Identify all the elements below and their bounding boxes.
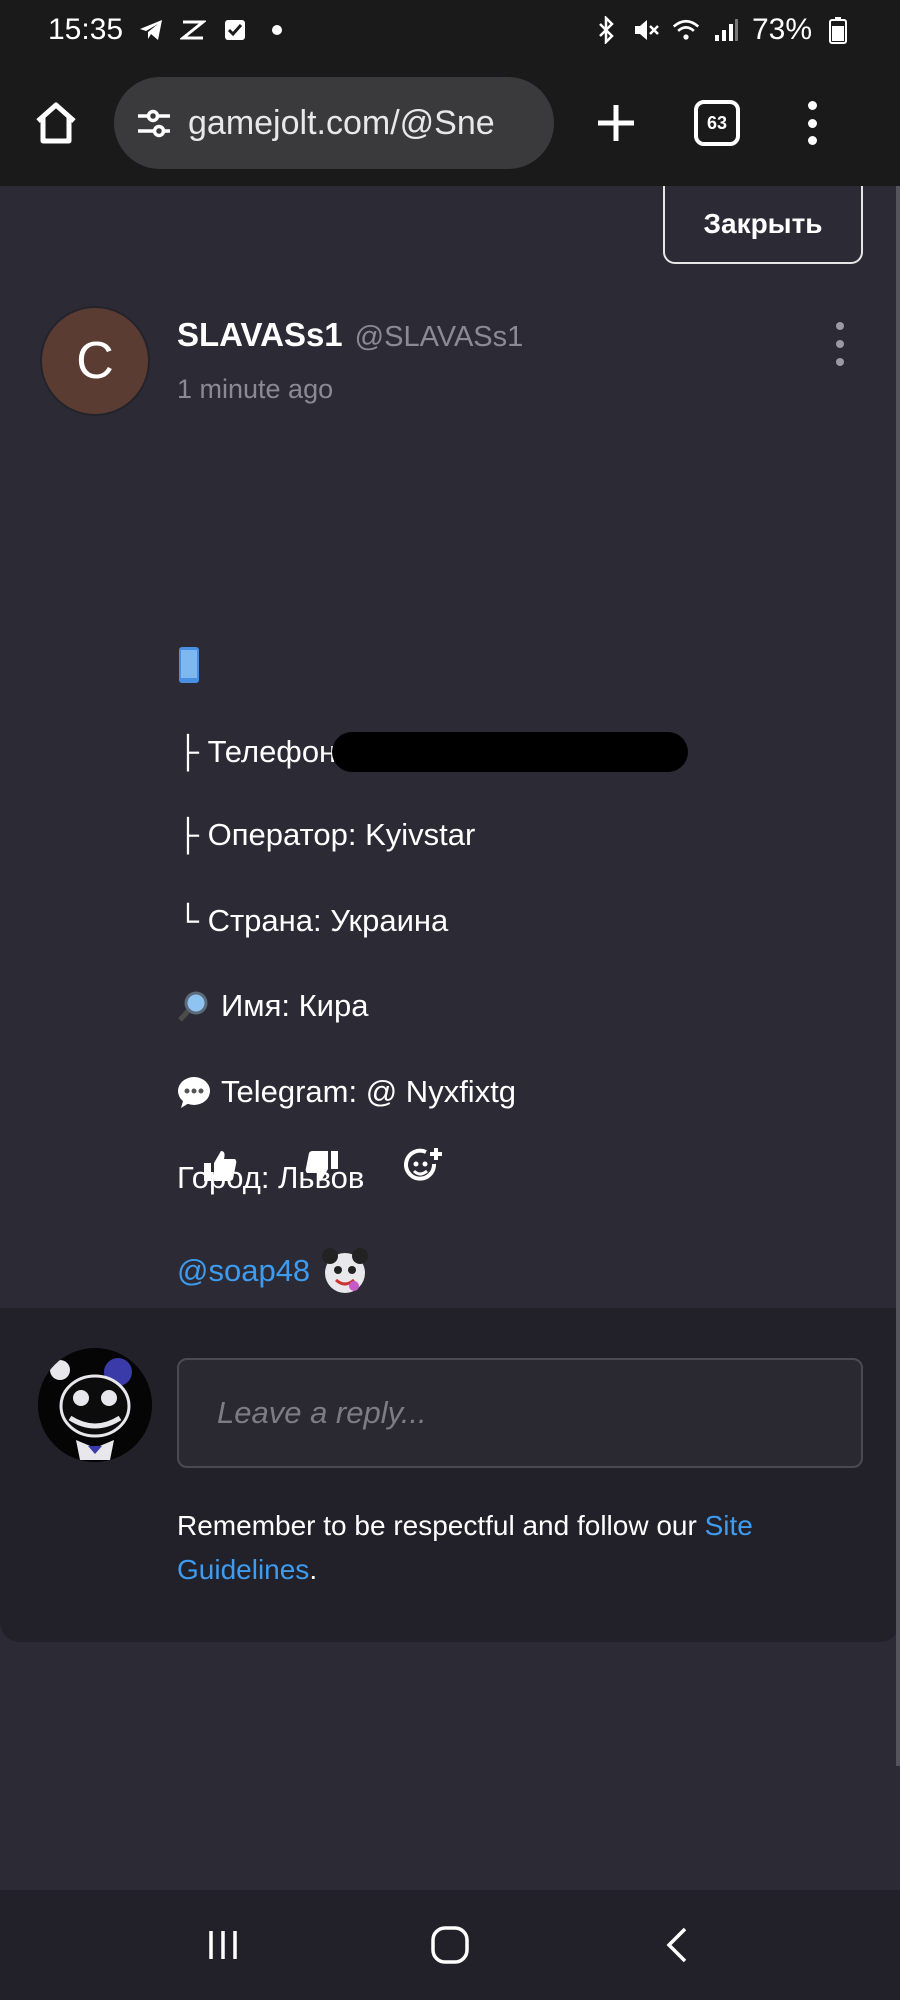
reply-guidelines-note: Remember to be respectful and follow our… [177,1504,867,1592]
guidelines-prefix: Remember to be respectful and follow our [177,1510,705,1541]
battery-icon [824,16,852,44]
reaction-bar [200,1146,444,1186]
bear-mascot-avatar-icon [38,1348,152,1462]
address-bar[interactable]: gamejolt.com/@Sne [114,77,554,169]
thumbs-down-icon [305,1151,338,1181]
home-button[interactable] [28,95,84,151]
browser-toolbar: gamejolt.com/@Sne 63 [0,60,900,186]
reply-input[interactable]: Leave a reply... [177,1358,863,1468]
post-timestamp[interactable]: 1 minute ago [177,374,333,405]
back-chevron-icon [666,1927,686,1963]
signal-icon [712,16,740,44]
phone-line: ├ Телефон [177,732,689,772]
status-bar: 15:35 73% [0,0,900,60]
back-button[interactable] [647,1915,707,1975]
magnifier-icon [178,991,208,1022]
mute-icon [632,16,660,44]
battery-percent: 73% [751,13,812,46]
clock: 15:35 [48,13,124,46]
guidelines-suffix: . [309,1554,318,1585]
post-header: SLAVASs1 @SLAVASs1 [177,316,523,354]
author-handle[interactable]: @SLAVASs1 [355,321,524,354]
mention-line: @soap48 [177,1246,372,1296]
home-icon [36,102,76,144]
phone-label: ├ Телефон [177,734,337,769]
browser-menu-button[interactable] [802,95,822,151]
dislike-button[interactable] [302,1146,342,1186]
sticker-icon [322,1248,369,1293]
recent-apps-button[interactable] [193,1915,253,1975]
checkbox-icon [221,16,249,44]
wifi-icon [672,16,700,44]
current-user-avatar[interactable] [38,1348,152,1462]
scrollbar[interactable] [896,186,900,1766]
name-text: Имя: Кира [221,988,369,1023]
close-button[interactable]: Закрыть [663,186,863,264]
country-line: └ Страна: Украина [177,903,449,938]
like-button[interactable] [200,1146,240,1186]
home-circle-icon [431,1926,469,1964]
reply-panel: Leave a reply... Remember to be respectf… [0,1308,900,1642]
redacted-phone-bar [332,732,689,772]
speech-bubble-icon [178,1077,210,1108]
add-emoji-icon [404,1148,442,1181]
avatar[interactable]: C [40,306,150,416]
user-mention-link[interactable]: @soap48 [177,1253,310,1289]
tab-count: 63 [706,112,728,133]
name-line: Имя: Кира [177,988,368,1024]
thumbs-up-icon [204,1151,237,1181]
capcut-icon [179,16,207,44]
bluetooth-icon [592,16,620,44]
mobile-phone-icon [179,647,199,683]
system-home-button[interactable] [420,1915,480,1975]
author-name[interactable]: SLAVASs1 [177,316,343,354]
telegram-line: Telegram: @ Nyxfixtg [177,1074,516,1110]
operator-line: ├ Оператор: Kyivstar [177,817,476,852]
plus-icon [598,105,634,141]
url-text: gamejolt.com/@Sne [188,103,495,142]
telegram-icon [137,16,165,44]
recent-apps-icon [209,1931,238,1959]
add-reaction-button[interactable] [404,1146,444,1186]
telegram-text: Telegram: @ Nyxfixtg [221,1074,517,1109]
phone-emoji-line [177,646,201,684]
site-settings-icon[interactable] [134,103,174,143]
dot-icon [263,16,291,44]
tab-switcher-button[interactable]: 63 [694,100,740,146]
post-options-button[interactable] [832,322,848,366]
system-nav-bar [0,1890,900,2000]
new-tab-button[interactable] [588,95,644,151]
comment-thread: Закрыть C SLAVASs1 @SLAVASs1 1 minute ag… [0,186,900,1890]
avatar-initial: C [76,332,114,390]
